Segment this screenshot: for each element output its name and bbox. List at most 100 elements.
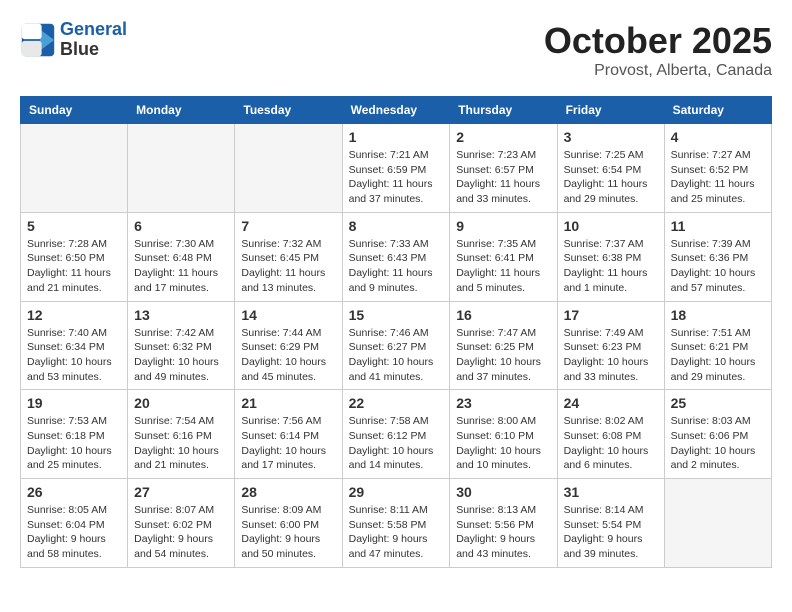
day-number: 18 — [671, 307, 765, 323]
calendar-cell: 6 Sunrise: 7:30 AM Sunset: 6:48 PM Dayli… — [128, 212, 235, 301]
day-number: 29 — [349, 484, 444, 500]
day-info: Sunrise: 7:30 AM Sunset: 6:48 PM Dayligh… — [134, 237, 228, 296]
weekday-header-thursday: Thursday — [450, 97, 557, 124]
calendar-cell: 18 Sunrise: 7:51 AM Sunset: 6:21 PM Dayl… — [664, 301, 771, 390]
calendar-cell: 14 Sunrise: 7:44 AM Sunset: 6:29 PM Dayl… — [235, 301, 342, 390]
calendar-week-1: 1 Sunrise: 7:21 AM Sunset: 6:59 PM Dayli… — [21, 124, 772, 213]
day-number: 10 — [564, 218, 658, 234]
month-title: October 2025 — [544, 20, 772, 62]
day-info: Sunrise: 8:13 AM Sunset: 5:56 PM Dayligh… — [456, 503, 550, 562]
calendar-cell: 30 Sunrise: 8:13 AM Sunset: 5:56 PM Dayl… — [450, 479, 557, 568]
calendar-cell: 5 Sunrise: 7:28 AM Sunset: 6:50 PM Dayli… — [21, 212, 128, 301]
calendar-cell: 25 Sunrise: 8:03 AM Sunset: 6:06 PM Dayl… — [664, 390, 771, 479]
day-number: 14 — [241, 307, 335, 323]
calendar-cell: 29 Sunrise: 8:11 AM Sunset: 5:58 PM Dayl… — [342, 479, 450, 568]
title-block: October 2025 Provost, Alberta, Canada — [544, 20, 772, 80]
day-number: 19 — [27, 395, 121, 411]
day-number: 16 — [456, 307, 550, 323]
logo-text: General Blue — [60, 20, 127, 60]
day-info: Sunrise: 7:39 AM Sunset: 6:36 PM Dayligh… — [671, 237, 765, 296]
day-number: 23 — [456, 395, 550, 411]
calendar-week-5: 26 Sunrise: 8:05 AM Sunset: 6:04 PM Dayl… — [21, 479, 772, 568]
logo-icon — [20, 22, 56, 58]
day-number: 6 — [134, 218, 228, 234]
day-info: Sunrise: 7:35 AM Sunset: 6:41 PM Dayligh… — [456, 237, 550, 296]
day-info: Sunrise: 7:32 AM Sunset: 6:45 PM Dayligh… — [241, 237, 335, 296]
day-info: Sunrise: 7:44 AM Sunset: 6:29 PM Dayligh… — [241, 326, 335, 385]
location: Provost, Alberta, Canada — [544, 62, 772, 80]
day-number: 30 — [456, 484, 550, 500]
weekday-header-friday: Friday — [557, 97, 664, 124]
day-info: Sunrise: 8:14 AM Sunset: 5:54 PM Dayligh… — [564, 503, 658, 562]
day-number: 20 — [134, 395, 228, 411]
day-number: 2 — [456, 129, 550, 145]
day-number: 4 — [671, 129, 765, 145]
day-info: Sunrise: 7:58 AM Sunset: 6:12 PM Dayligh… — [349, 414, 444, 473]
day-number: 27 — [134, 484, 228, 500]
day-number: 12 — [27, 307, 121, 323]
calendar-cell: 21 Sunrise: 7:56 AM Sunset: 6:14 PM Dayl… — [235, 390, 342, 479]
calendar-cell: 11 Sunrise: 7:39 AM Sunset: 6:36 PM Dayl… — [664, 212, 771, 301]
weekday-header-saturday: Saturday — [664, 97, 771, 124]
weekday-header-row: SundayMondayTuesdayWednesdayThursdayFrid… — [21, 97, 772, 124]
calendar-cell: 16 Sunrise: 7:47 AM Sunset: 6:25 PM Dayl… — [450, 301, 557, 390]
weekday-header-tuesday: Tuesday — [235, 97, 342, 124]
day-info: Sunrise: 7:37 AM Sunset: 6:38 PM Dayligh… — [564, 237, 658, 296]
calendar-cell: 12 Sunrise: 7:40 AM Sunset: 6:34 PM Dayl… — [21, 301, 128, 390]
day-info: Sunrise: 7:46 AM Sunset: 6:27 PM Dayligh… — [349, 326, 444, 385]
day-info: Sunrise: 8:00 AM Sunset: 6:10 PM Dayligh… — [456, 414, 550, 473]
calendar-cell: 31 Sunrise: 8:14 AM Sunset: 5:54 PM Dayl… — [557, 479, 664, 568]
day-number: 5 — [27, 218, 121, 234]
calendar-cell: 23 Sunrise: 8:00 AM Sunset: 6:10 PM Dayl… — [450, 390, 557, 479]
day-number: 8 — [349, 218, 444, 234]
calendar-cell: 8 Sunrise: 7:33 AM Sunset: 6:43 PM Dayli… — [342, 212, 450, 301]
calendar-cell: 17 Sunrise: 7:49 AM Sunset: 6:23 PM Dayl… — [557, 301, 664, 390]
calendar-cell: 10 Sunrise: 7:37 AM Sunset: 6:38 PM Dayl… — [557, 212, 664, 301]
weekday-header-monday: Monday — [128, 97, 235, 124]
weekday-header-wednesday: Wednesday — [342, 97, 450, 124]
day-number: 13 — [134, 307, 228, 323]
day-number: 15 — [349, 307, 444, 323]
calendar-cell: 28 Sunrise: 8:09 AM Sunset: 6:00 PM Dayl… — [235, 479, 342, 568]
calendar-cell: 2 Sunrise: 7:23 AM Sunset: 6:57 PM Dayli… — [450, 124, 557, 213]
day-number: 9 — [456, 218, 550, 234]
calendar-cell: 24 Sunrise: 8:02 AM Sunset: 6:08 PM Dayl… — [557, 390, 664, 479]
day-info: Sunrise: 7:51 AM Sunset: 6:21 PM Dayligh… — [671, 326, 765, 385]
day-info: Sunrise: 7:40 AM Sunset: 6:34 PM Dayligh… — [27, 326, 121, 385]
page-header: General Blue October 2025 Provost, Alber… — [20, 20, 772, 80]
day-info: Sunrise: 7:56 AM Sunset: 6:14 PM Dayligh… — [241, 414, 335, 473]
day-info: Sunrise: 7:27 AM Sunset: 6:52 PM Dayligh… — [671, 148, 765, 207]
calendar-week-2: 5 Sunrise: 7:28 AM Sunset: 6:50 PM Dayli… — [21, 212, 772, 301]
day-info: Sunrise: 7:49 AM Sunset: 6:23 PM Dayligh… — [564, 326, 658, 385]
calendar-cell: 22 Sunrise: 7:58 AM Sunset: 6:12 PM Dayl… — [342, 390, 450, 479]
day-number: 24 — [564, 395, 658, 411]
logo-blue: Blue — [60, 40, 127, 60]
calendar-cell: 4 Sunrise: 7:27 AM Sunset: 6:52 PM Dayli… — [664, 124, 771, 213]
day-info: Sunrise: 8:07 AM Sunset: 6:02 PM Dayligh… — [134, 503, 228, 562]
calendar-cell — [128, 124, 235, 213]
day-number: 11 — [671, 218, 765, 234]
day-info: Sunrise: 7:21 AM Sunset: 6:59 PM Dayligh… — [349, 148, 444, 207]
calendar-cell: 7 Sunrise: 7:32 AM Sunset: 6:45 PM Dayli… — [235, 212, 342, 301]
day-info: Sunrise: 7:47 AM Sunset: 6:25 PM Dayligh… — [456, 326, 550, 385]
day-number: 22 — [349, 395, 444, 411]
day-info: Sunrise: 8:02 AM Sunset: 6:08 PM Dayligh… — [564, 414, 658, 473]
calendar-week-3: 12 Sunrise: 7:40 AM Sunset: 6:34 PM Dayl… — [21, 301, 772, 390]
day-info: Sunrise: 7:42 AM Sunset: 6:32 PM Dayligh… — [134, 326, 228, 385]
day-info: Sunrise: 8:05 AM Sunset: 6:04 PM Dayligh… — [27, 503, 121, 562]
calendar-cell: 9 Sunrise: 7:35 AM Sunset: 6:41 PM Dayli… — [450, 212, 557, 301]
logo: General Blue — [20, 20, 127, 60]
day-number: 25 — [671, 395, 765, 411]
calendar-cell: 20 Sunrise: 7:54 AM Sunset: 6:16 PM Dayl… — [128, 390, 235, 479]
calendar-week-4: 19 Sunrise: 7:53 AM Sunset: 6:18 PM Dayl… — [21, 390, 772, 479]
calendar-cell: 13 Sunrise: 7:42 AM Sunset: 6:32 PM Dayl… — [128, 301, 235, 390]
day-info: Sunrise: 7:53 AM Sunset: 6:18 PM Dayligh… — [27, 414, 121, 473]
day-info: Sunrise: 8:11 AM Sunset: 5:58 PM Dayligh… — [349, 503, 444, 562]
day-number: 21 — [241, 395, 335, 411]
day-info: Sunrise: 7:33 AM Sunset: 6:43 PM Dayligh… — [349, 237, 444, 296]
calendar-cell — [664, 479, 771, 568]
day-info: Sunrise: 7:25 AM Sunset: 6:54 PM Dayligh… — [564, 148, 658, 207]
calendar-cell: 27 Sunrise: 8:07 AM Sunset: 6:02 PM Dayl… — [128, 479, 235, 568]
weekday-header-sunday: Sunday — [21, 97, 128, 124]
day-number: 17 — [564, 307, 658, 323]
